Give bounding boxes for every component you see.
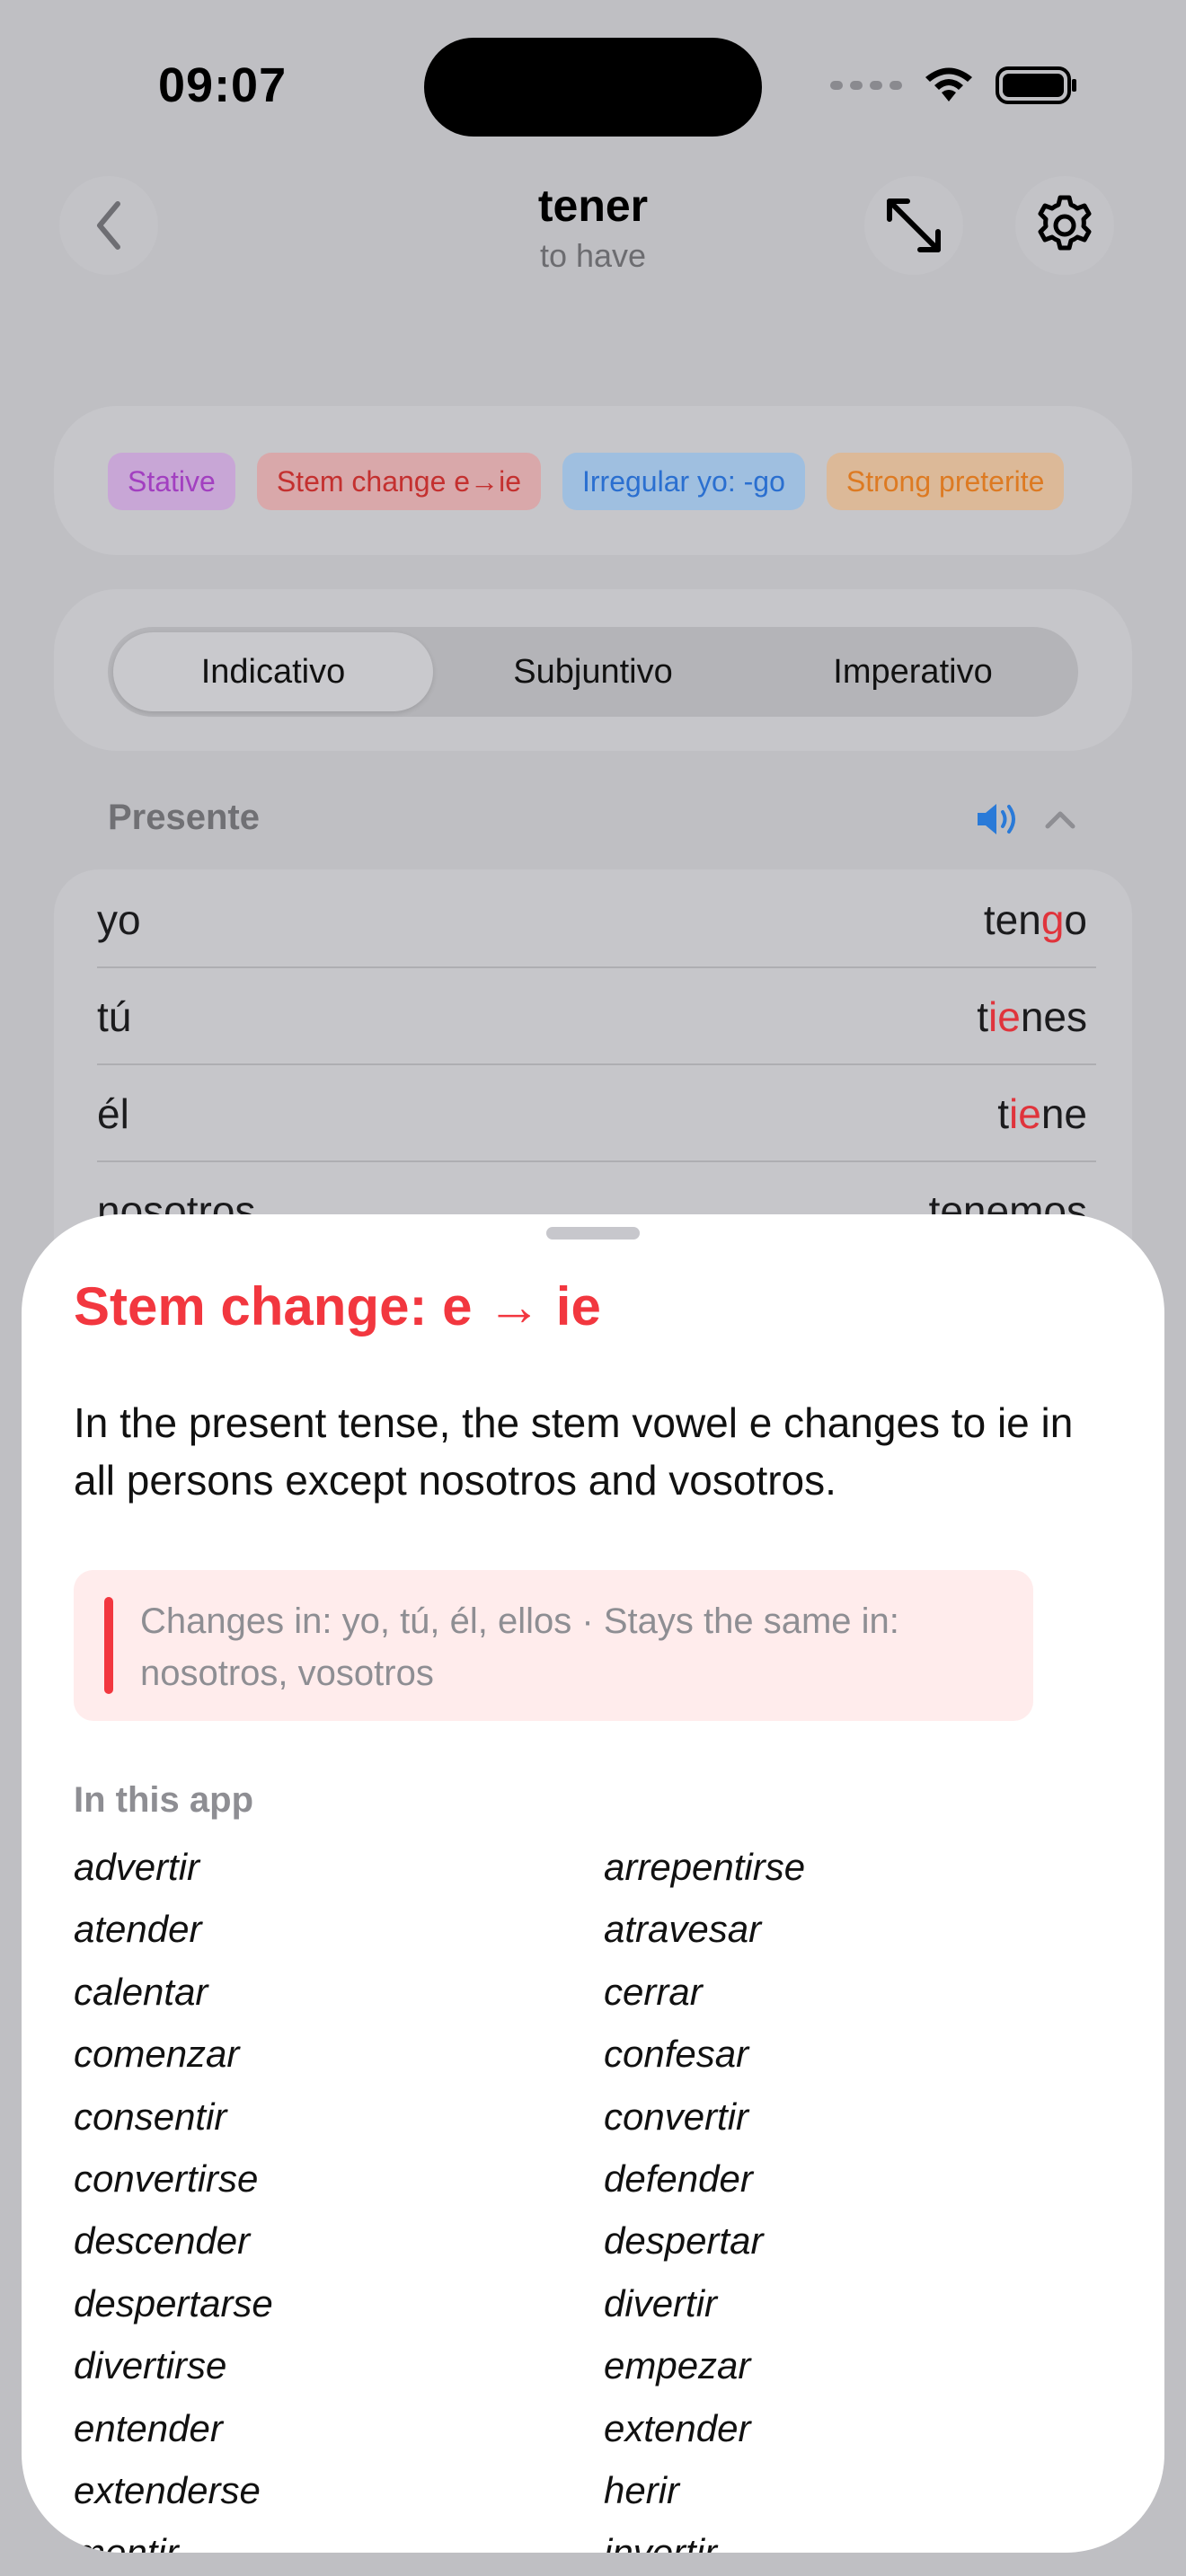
person-label: tú	[97, 993, 132, 1040]
verb-list-item[interactable]: consentir	[74, 2095, 604, 2157]
verb-form: tienes	[977, 993, 1087, 1040]
verb-list-item[interactable]: advertir	[74, 1845, 604, 1907]
expand-arrows-icon	[887, 198, 941, 252]
verb-list-item[interactable]: mentir	[74, 2530, 604, 2553]
person-label: yo	[97, 896, 141, 943]
tab-indicativo[interactable]: Indicativo	[113, 632, 433, 711]
person-label: él	[97, 1090, 129, 1137]
tag-stative[interactable]: Stative	[108, 453, 235, 510]
cellular-signal-icon	[830, 81, 902, 90]
verb-list-item[interactable]: empezar	[604, 2343, 1062, 2405]
wifi-icon	[925, 67, 972, 101]
settings-button[interactable]	[1015, 176, 1114, 275]
mood-segmented-control[interactable]: Indicativo Subjuntivo Imperativo	[108, 627, 1078, 717]
verb-translation: to have	[539, 237, 647, 274]
tag-list[interactable]: Stative Stem change e→ie Irregular yo: -…	[108, 453, 1078, 510]
change-note: Changes in: yo, tú, él, ellos · Stays th…	[74, 1570, 1033, 1721]
note-text: Changes in: yo, tú, él, ellos · Stays th…	[140, 1601, 899, 1693]
tag-irregular-yo[interactable]: Irregular yo: -go	[562, 453, 805, 510]
verb-list-item[interactable]: invertir	[604, 2530, 1062, 2553]
chevron-left-icon	[97, 201, 120, 250]
gear-icon	[1038, 195, 1092, 251]
conjugation-row: él tiene	[54, 1065, 1132, 1162]
verb-list-item[interactable]: convertir	[604, 2095, 1062, 2157]
note-accent-bar	[104, 1597, 113, 1694]
conjugation-row: yo tengo	[54, 871, 1132, 968]
sheet-description: In the present tense, the stem vowel e c…	[74, 1399, 1074, 1504]
tag-strong-preterite[interactable]: Strong preterite	[826, 453, 1065, 510]
conjugation-row: tú tienes	[54, 968, 1132, 1065]
battery-icon	[996, 66, 1076, 104]
verb-list-item[interactable]: divertir	[604, 2281, 1062, 2343]
tab-subjuntivo[interactable]: Subjuntivo	[433, 632, 753, 711]
verb-list-heading: In this app	[74, 1780, 253, 1820]
tag-label: Irregular yo: -go	[581, 464, 785, 498]
expand-button[interactable]	[864, 176, 963, 275]
verb-list-item[interactable]: extender	[604, 2406, 1062, 2468]
verb-list-item[interactable]: confesar	[604, 2032, 1062, 2094]
verb-list-item[interactable]: despertarse	[74, 2281, 604, 2343]
tag-label: Stem change e→ie	[276, 464, 521, 498]
verb-list-item[interactable]: herir	[604, 2468, 1062, 2530]
verb-list-item[interactable]: defender	[604, 2157, 1062, 2219]
verb-list-item[interactable]: arrepentirse	[604, 1845, 1062, 1907]
nav-title-block: tener to have	[413, 180, 773, 275]
verb-form: tiene	[997, 1090, 1087, 1137]
tense-title: Presente	[108, 798, 260, 837]
verb-list-item[interactable]: convertirse	[74, 2157, 604, 2219]
verb-list: advertir arrepentirse atender atravesar cale…	[74, 1845, 1062, 2553]
tag-label: Strong preterite	[845, 464, 1045, 498]
verb-list-item[interactable]: divertirse	[74, 2343, 604, 2405]
status-time: 09:07	[158, 58, 288, 112]
dynamic-island	[424, 38, 762, 137]
collapse-chevron-icon[interactable]	[1042, 803, 1078, 835]
verb-list-item[interactable]: cerrar	[604, 1970, 1062, 2032]
verb-list-item[interactable]: comenzar	[74, 2032, 604, 2094]
verb-list-item[interactable]: descender	[74, 2219, 604, 2280]
status-icons	[830, 63, 1078, 108]
back-button[interactable]	[59, 176, 158, 275]
verb-title: tener	[537, 181, 649, 231]
tag-label: Stative	[128, 464, 216, 498]
verb-list-item[interactable]: despertar	[604, 2219, 1062, 2280]
verb-list-item[interactable]: calentar	[74, 1970, 604, 2032]
verb-form: tengo	[983, 896, 1087, 943]
tag-stem-change[interactable]: Stem change e→ie	[256, 453, 541, 510]
verb-list-item[interactable]: atravesar	[604, 1907, 1062, 1969]
verb-list-item[interactable]: extenderse	[74, 2468, 604, 2530]
sheet-grabber[interactable]	[546, 1227, 640, 1239]
sheet-title: Stem change: e → ie	[74, 1276, 601, 1337]
tab-imperativo[interactable]: Imperativo	[753, 632, 1073, 711]
info-sheet: Stem change: e → ie In the present tense…	[22, 1214, 1164, 2553]
verb-list-item[interactable]: atender	[74, 1907, 604, 1969]
verb-list-item[interactable]: entender	[74, 2406, 604, 2468]
speaker-icon[interactable]	[974, 799, 1021, 839]
